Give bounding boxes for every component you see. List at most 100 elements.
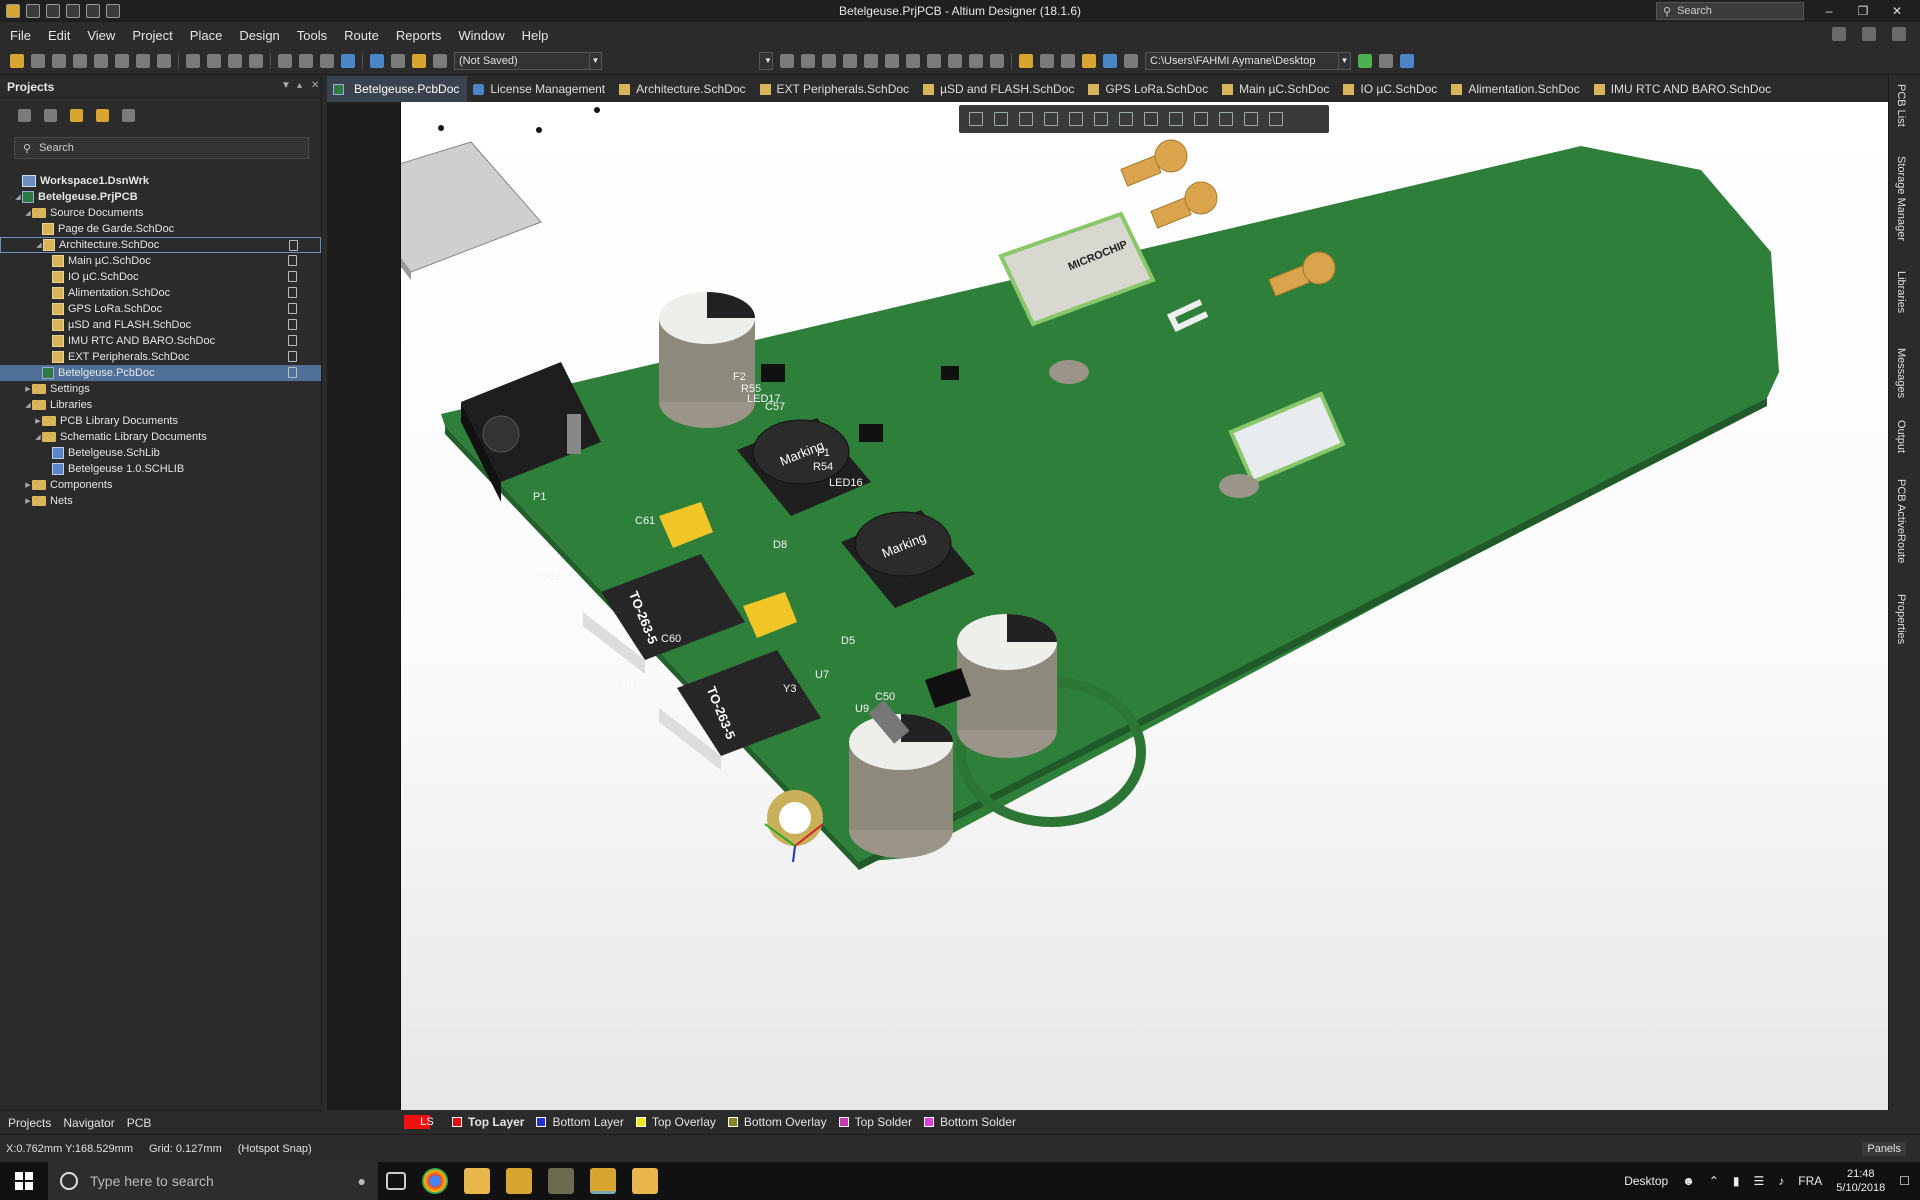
microphone-icon[interactable]: ● bbox=[358, 1173, 366, 1189]
compile-icon[interactable] bbox=[44, 108, 57, 122]
rubber-stamp-icon[interactable] bbox=[249, 54, 263, 68]
battery-icon[interactable]: ▮ bbox=[1733, 1174, 1740, 1188]
action-center-icon[interactable]: ☐ bbox=[1899, 1174, 1910, 1188]
expand-right-icon[interactable]: ▶ bbox=[34, 417, 42, 425]
arc-icon[interactable] bbox=[906, 54, 920, 68]
panel-menu-icon[interactable]: ▼ bbox=[281, 80, 291, 91]
menu-help[interactable]: Help bbox=[522, 28, 549, 43]
tree-item[interactable]: ▶ Components bbox=[0, 477, 321, 493]
pin-icon[interactable]: ▴ bbox=[297, 80, 302, 91]
doc-tab[interactable]: IMU RTC AND BARO.SchDoc bbox=[1588, 76, 1779, 102]
zoom-selected-icon[interactable] bbox=[136, 54, 150, 68]
tree-item[interactable]: GPS LoRa.SchDoc bbox=[0, 301, 321, 317]
volume-icon[interactable]: ♪ bbox=[1778, 1174, 1784, 1188]
tree-item[interactable]: ◢ Betelgeuse.PrjPCB bbox=[0, 189, 321, 205]
cross-probe-icon[interactable] bbox=[412, 54, 426, 68]
move-icon[interactable] bbox=[299, 54, 313, 68]
tree-item[interactable]: Betelgeuse.PcbDoc bbox=[0, 365, 321, 381]
fill-icon[interactable] bbox=[1169, 112, 1183, 126]
tree-item[interactable]: ▶ Settings bbox=[0, 381, 321, 397]
align-left-icon[interactable] bbox=[1040, 54, 1054, 68]
task-view-icon[interactable] bbox=[386, 1172, 406, 1190]
multiple-traces-icon[interactable] bbox=[822, 54, 836, 68]
grid-icon[interactable] bbox=[1124, 54, 1138, 68]
clock[interactable]: 21:48 5/10/2018 bbox=[1836, 1167, 1885, 1195]
room-icon[interactable] bbox=[1103, 54, 1117, 68]
expand-down-icon[interactable]: ◢ bbox=[35, 241, 43, 249]
menu-view[interactable]: View bbox=[87, 28, 115, 43]
redo-icon[interactable] bbox=[391, 54, 405, 68]
open-icon[interactable] bbox=[10, 54, 24, 68]
tree-item[interactable]: Main µC.SchDoc bbox=[0, 253, 321, 269]
polygon-icon[interactable] bbox=[948, 54, 962, 68]
right-panel-tab[interactable]: Output bbox=[1895, 420, 1907, 453]
panel-tab[interactable]: Projects bbox=[8, 1116, 51, 1130]
tree-item[interactable]: ▶ Nets bbox=[0, 493, 321, 509]
panel-tab[interactable]: Navigator bbox=[63, 1116, 114, 1130]
back-icon[interactable] bbox=[1358, 54, 1372, 68]
start-button[interactable] bbox=[0, 1162, 48, 1200]
minimize-button[interactable]: – bbox=[1816, 2, 1842, 20]
altium-active-icon[interactable] bbox=[590, 1168, 616, 1194]
select-icon[interactable] bbox=[1019, 112, 1033, 126]
network-icon[interactable]: ☰ bbox=[1754, 1174, 1765, 1188]
layer-tab[interactable]: Bottom Solder bbox=[923, 1115, 1016, 1129]
paste-icon[interactable] bbox=[228, 54, 242, 68]
tree-item[interactable]: Alimentation.SchDoc bbox=[0, 285, 321, 301]
filter-icon[interactable] bbox=[969, 112, 983, 126]
open-project-icon[interactable] bbox=[70, 108, 83, 122]
doc-tab[interactable]: Alimentation.SchDoc bbox=[1445, 76, 1587, 102]
tune-length-icon[interactable] bbox=[843, 54, 857, 68]
select-area-icon[interactable] bbox=[278, 54, 292, 68]
save-state-combo[interactable]: (Not Saved) ▼ bbox=[454, 52, 602, 70]
language-indicator[interactable]: FRA bbox=[1798, 1174, 1822, 1188]
polygon-icon[interactable] bbox=[1194, 112, 1208, 126]
right-panel-tab[interactable]: PCB ActiveRoute bbox=[1895, 479, 1907, 563]
people-icon[interactable]: ☻ bbox=[1682, 1174, 1695, 1188]
text-icon[interactable] bbox=[1244, 112, 1258, 126]
doc-tab[interactable]: Main µC.SchDoc bbox=[1216, 76, 1337, 102]
expand-down-icon[interactable]: ◢ bbox=[24, 209, 32, 217]
layer-tab[interactable]: Top Solder bbox=[838, 1115, 912, 1129]
diff-pair-icon[interactable] bbox=[1119, 112, 1133, 126]
tree-item[interactable]: ◢ Schematic Library Documents bbox=[0, 429, 321, 445]
tree-item[interactable]: IO µC.SchDoc bbox=[0, 269, 321, 285]
align-icon[interactable] bbox=[1044, 112, 1058, 126]
project-options-icon[interactable] bbox=[96, 108, 109, 122]
right-panel-tab[interactable]: PCB List bbox=[1895, 84, 1907, 127]
user-icon[interactable] bbox=[1892, 27, 1906, 41]
place-pad-icon[interactable] bbox=[864, 54, 878, 68]
panel-tab[interactable]: PCB bbox=[127, 1116, 152, 1130]
layer-tab[interactable]: Bottom Overlay bbox=[727, 1115, 827, 1129]
expand-right-icon[interactable]: ▶ bbox=[24, 385, 32, 393]
menu-design[interactable]: Design bbox=[239, 28, 279, 43]
expand-down-icon[interactable]: ◢ bbox=[34, 433, 42, 441]
measure-icon[interactable] bbox=[1082, 54, 1096, 68]
right-panel-tab[interactable]: Messages bbox=[1895, 348, 1907, 398]
tree-item[interactable]: Workspace1.DsnWrk bbox=[0, 173, 321, 189]
gear-icon[interactable] bbox=[1832, 27, 1846, 41]
zoom-fit-icon[interactable] bbox=[94, 54, 108, 68]
layer-tab[interactable]: Bottom Layer bbox=[536, 1115, 624, 1129]
distribute-icon[interactable] bbox=[1061, 54, 1075, 68]
tree-item[interactable]: ◢ Architecture.SchDoc bbox=[0, 237, 321, 253]
tree-item[interactable]: ◢ Source Documents bbox=[0, 205, 321, 221]
layer-tab[interactable]: Top Layer bbox=[452, 1115, 524, 1129]
menu-route[interactable]: Route bbox=[344, 28, 379, 43]
place-via-icon[interactable] bbox=[885, 54, 899, 68]
doc-tab[interactable]: µSD and FLASH.SchDoc bbox=[917, 76, 1082, 102]
tree-item[interactable]: µSD and FLASH.SchDoc bbox=[0, 317, 321, 333]
app-icon[interactable] bbox=[548, 1168, 574, 1194]
print-preview-icon[interactable] bbox=[73, 54, 87, 68]
doc-tab[interactable]: EXT Peripherals.SchDoc bbox=[754, 76, 918, 102]
component-icon[interactable] bbox=[990, 54, 1004, 68]
zoom-area-icon[interactable] bbox=[115, 54, 129, 68]
expand-down-icon[interactable]: ◢ bbox=[14, 193, 22, 201]
cut-icon[interactable] bbox=[186, 54, 200, 68]
undo-icon[interactable] bbox=[370, 54, 384, 68]
layer-tab[interactable]: LS bbox=[404, 1115, 440, 1129]
tree-item[interactable]: EXT Peripherals.SchDoc bbox=[0, 349, 321, 365]
route-icon[interactable] bbox=[1094, 112, 1108, 126]
home-icon[interactable] bbox=[1400, 54, 1414, 68]
tree-item[interactable]: ▶ PCB Library Documents bbox=[0, 413, 321, 429]
